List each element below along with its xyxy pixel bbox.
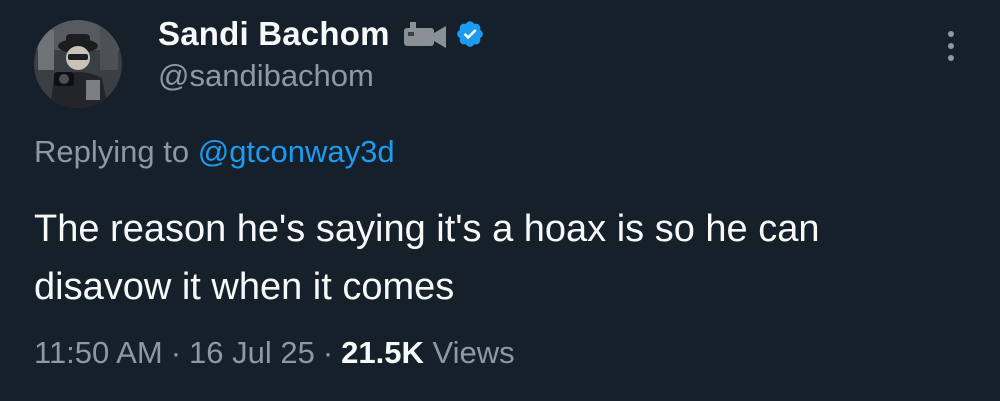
avatar[interactable]: [34, 20, 122, 108]
views-count: 21.5K: [341, 335, 424, 370]
tweet-date[interactable]: 16 Jul 25: [189, 335, 315, 370]
replying-to-label: Replying to: [34, 134, 198, 169]
more-vertical-icon-dot: [948, 55, 954, 61]
tweet-text: The reason he's saying it's a hoax is so…: [34, 208, 820, 308]
more-vertical-icon: [948, 31, 954, 37]
tweet-time[interactable]: 11:50 AM: [34, 335, 163, 370]
verified-badge-icon: [455, 19, 485, 49]
reply-mention-link[interactable]: @gtconway3d: [198, 134, 395, 169]
author-line: Sandi Bachom: [158, 12, 485, 56]
video-camera-icon: [402, 20, 448, 48]
more-options-button[interactable]: [934, 26, 968, 66]
meta-separator: ·: [170, 335, 182, 370]
author-handle[interactable]: @sandibachom: [158, 58, 374, 94]
replying-to-line: Replying to @gtconway3d: [34, 134, 395, 170]
avatar-photo: [34, 20, 122, 108]
meta-separator: ·: [322, 335, 334, 370]
more-vertical-icon-dot: [948, 43, 954, 49]
views-label: Views: [432, 335, 515, 370]
display-name[interactable]: Sandi Bachom: [158, 15, 390, 53]
tweet-meta: 11:50 AM · 16 Jul 25 · 21.5K Views: [34, 335, 515, 371]
tweet-card: Sandi Bachom @sandibachom Replying to @g…: [0, 0, 1000, 401]
